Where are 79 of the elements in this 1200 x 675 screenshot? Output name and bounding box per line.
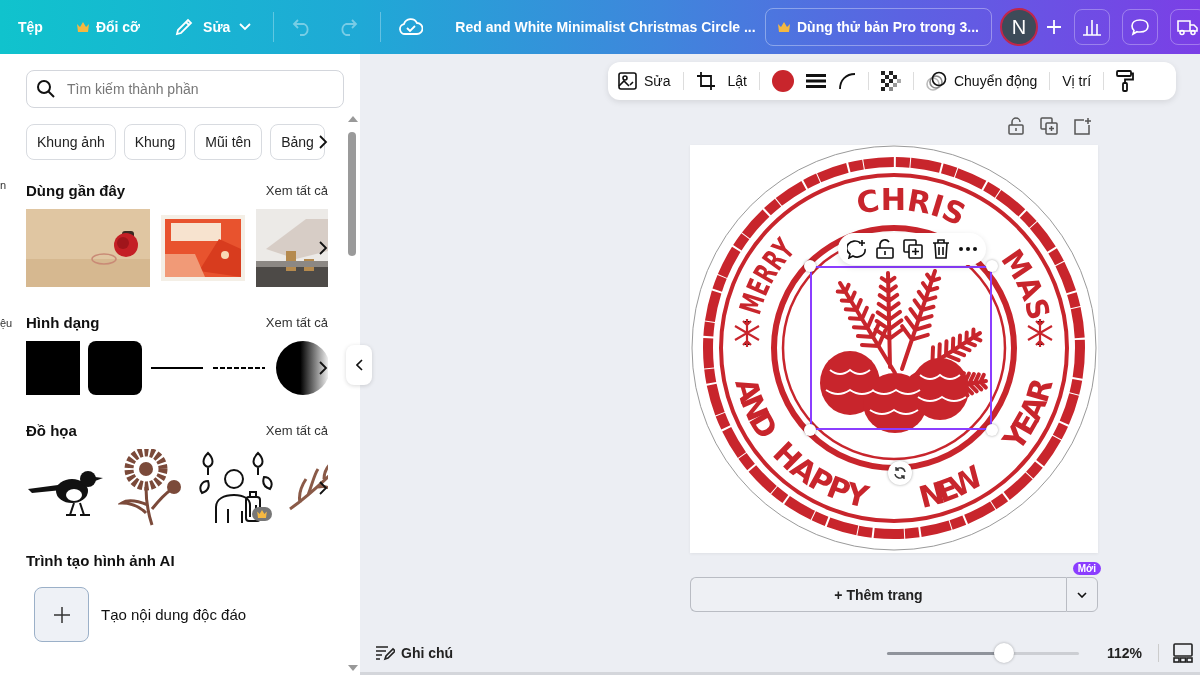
chevron-right-icon[interactable] (319, 361, 328, 375)
zoom-percentage[interactable]: 112% (1106, 645, 1142, 661)
insights-button[interactable] (1074, 9, 1110, 45)
position-button[interactable]: Vị trí (1062, 73, 1092, 89)
cloud-check-icon[interactable] (399, 18, 424, 36)
truck-button[interactable] (1170, 9, 1200, 45)
corner-rounding-icon[interactable] (837, 72, 856, 90)
border-weight-icon[interactable] (805, 73, 826, 89)
pro-crown-badge (252, 507, 272, 521)
resize-handle[interactable] (986, 260, 998, 272)
section-title: Đồ họa (26, 421, 77, 439)
snowflake-icon (1026, 317, 1054, 349)
truck-icon (1177, 18, 1199, 36)
rail-label[interactable]: ệu (0, 316, 18, 330)
image-icon (618, 71, 638, 91)
category-chip[interactable]: Mũi tên (194, 124, 263, 160)
pencil-icon (174, 17, 195, 37)
crown-icon (76, 22, 89, 32)
resize-handle[interactable] (804, 260, 816, 272)
plus-icon (52, 605, 71, 624)
add-page-button[interactable]: + Thêm trang (690, 577, 1066, 612)
chevron-right-icon[interactable] (319, 135, 328, 149)
traveler-drawing[interactable] (198, 449, 276, 526)
more-icon[interactable] (959, 247, 977, 251)
add-page-icon[interactable] (1074, 117, 1092, 135)
lock-icon[interactable] (876, 239, 894, 259)
chevron-right-icon[interactable] (319, 480, 328, 495)
category-chip[interactable]: Khung (123, 124, 187, 160)
search-field[interactable]: Tìm kiếm thành phần (26, 70, 344, 108)
snowflake-icon (733, 317, 761, 349)
pro-trial-button[interactable]: Dùng thử bản Pro trong 3... (765, 8, 992, 46)
category-chip[interactable]: Bảng (270, 124, 325, 160)
section-title: Trình tạo hình ảnh AI (26, 552, 175, 569)
trash-icon[interactable] (932, 239, 950, 259)
bar-chart-icon (1082, 18, 1102, 36)
rail-label[interactable]: n (0, 178, 18, 192)
scrollbar-thumb[interactable] (348, 132, 356, 256)
search-icon (36, 79, 56, 99)
chevron-left-icon (355, 359, 363, 371)
slider-thumb[interactable] (994, 643, 1015, 663)
create-label[interactable]: Tạo nội dung độc đáo (101, 606, 247, 623)
duplicate-icon[interactable] (903, 239, 923, 259)
color-swatch[interactable] (771, 70, 794, 92)
stamp-text: NEW (915, 458, 989, 515)
notes-icon (375, 645, 395, 661)
crown-icon (778, 22, 790, 32)
gradient-circle-shape[interactable] (276, 341, 328, 395)
animate-button[interactable]: Chuyển động (925, 71, 1038, 91)
paint-roller-icon[interactable] (1116, 70, 1135, 92)
user-avatar[interactable]: N (1000, 8, 1038, 46)
collapse-panel-button[interactable] (346, 345, 372, 385)
see-all-link[interactable]: Xem tất cả (265, 182, 328, 198)
new-badge: Mới (1072, 562, 1101, 575)
section-title: Dùng gần đây (26, 181, 126, 199)
comment-icon (1130, 18, 1150, 36)
rotate-handle[interactable] (888, 461, 912, 485)
comment-add-icon[interactable] (847, 239, 867, 259)
chevron-down-icon (239, 23, 252, 31)
flip-button[interactable]: Lật (727, 73, 747, 89)
duplicate-icon[interactable] (1040, 117, 1058, 135)
see-all-link[interactable]: Xem tất cả (265, 422, 328, 438)
section-title: Hình dạng (26, 313, 100, 331)
crop-icon[interactable] (695, 71, 716, 91)
circles-icon (925, 71, 948, 91)
resize-handle[interactable] (986, 424, 998, 436)
see-all-link[interactable]: Xem tất cả (265, 314, 328, 330)
stamp-text: CHRIS (853, 181, 971, 233)
notes-button[interactable]: Ghi chú (375, 645, 454, 661)
chevron-right-icon[interactable] (319, 241, 328, 255)
rounded-square-shape[interactable] (88, 341, 142, 395)
plus-icon[interactable] (1046, 19, 1062, 35)
transparency-icon[interactable] (880, 71, 901, 91)
comment-button[interactable] (1122, 9, 1158, 45)
category-chip[interactable]: Khung ảnh (26, 124, 116, 160)
edit-image-button[interactable]: Sửa (618, 71, 671, 91)
resize-handle[interactable] (804, 424, 816, 436)
chevron-down-icon (1077, 591, 1087, 598)
grid-view-icon[interactable] (1173, 643, 1193, 663)
rotate-icon (893, 466, 907, 480)
